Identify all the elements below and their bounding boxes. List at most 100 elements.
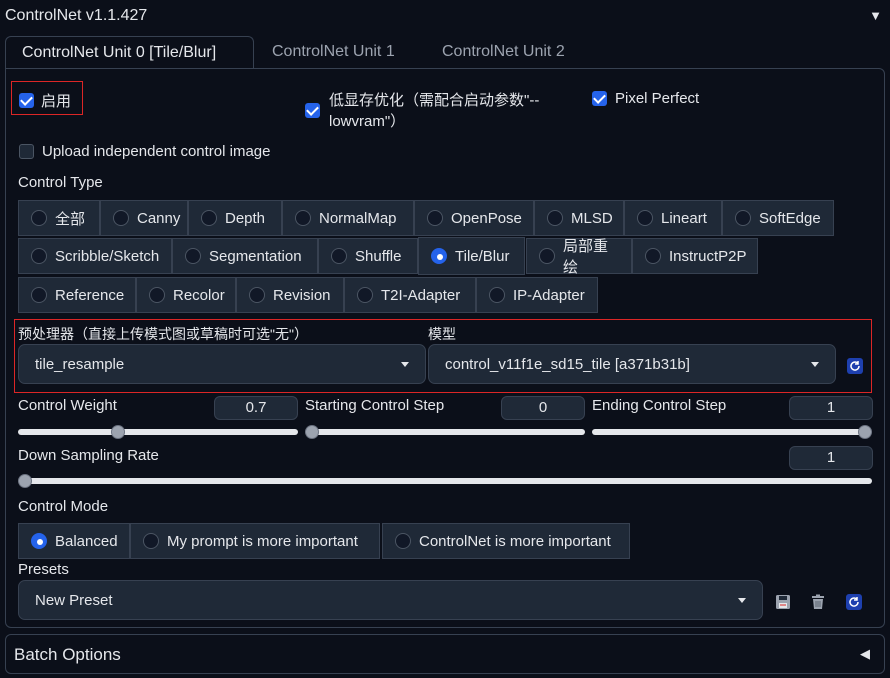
control-type-inpaint[interactable]: 局部重绘 [526, 238, 632, 276]
batch-options-accordion[interactable] [5, 634, 885, 674]
radio-icon[interactable] [489, 287, 505, 303]
radio-icon[interactable] [185, 248, 201, 264]
tab-unit-2[interactable]: ControlNet Unit 2 [426, 36, 581, 68]
delete-preset-icon[interactable] [809, 593, 827, 611]
radio-icon[interactable] [295, 210, 311, 226]
enable-check-icon[interactable] [19, 93, 34, 108]
control-type-t2i-adapter[interactable]: T2I-Adapter [344, 277, 476, 313]
control-type-segmentation[interactable]: Segmentation [172, 238, 318, 274]
upload-independent-label: Upload independent control image [42, 143, 271, 160]
lowvram-label-line1: 低显存优化（需配合启动参数"-- [329, 92, 540, 109]
radio-icon[interactable] [357, 287, 373, 303]
starting-step-input[interactable]: 0 [501, 396, 585, 420]
radio-icon[interactable] [331, 248, 347, 264]
radio-icon[interactable] [31, 210, 47, 226]
chevron-down-icon [738, 597, 746, 603]
radio-selected-icon[interactable] [431, 248, 447, 264]
slider-thumb[interactable] [18, 474, 32, 488]
down-sampling-input[interactable]: 1 [789, 446, 873, 470]
radio-icon[interactable] [249, 287, 265, 303]
starting-step-label: Starting Control Step [305, 397, 445, 414]
tab-unit-1[interactable]: ControlNet Unit 1 [256, 36, 411, 68]
radio-selected-icon[interactable] [31, 533, 47, 549]
control-weight-slider[interactable] [18, 425, 298, 439]
lowvram-check-icon[interactable] [305, 102, 320, 118]
radio-icon[interactable] [143, 533, 159, 549]
lowvram-label-line2: lowvram"） [329, 113, 406, 130]
control-type-canny[interactable]: Canny [100, 200, 188, 236]
enable-checkbox[interactable]: 启用 [19, 90, 71, 111]
chevron-down-icon [811, 361, 819, 367]
ending-step-slider[interactable] [592, 425, 872, 439]
preprocessor-value: tile_resample [35, 355, 125, 373]
pixel-perfect-check-icon[interactable] [592, 91, 607, 106]
expand-left-arrow-icon[interactable]: ◀ [860, 646, 870, 662]
lowvram-checkbox[interactable] [305, 101, 320, 118]
radio-icon[interactable] [395, 533, 411, 549]
preprocessor-label: 预处理器（直接上传模式图或草稿时可选"无"） [18, 326, 308, 342]
pixel-perfect-label: Pixel Perfect [615, 90, 700, 107]
slider-thumb[interactable] [858, 425, 872, 439]
control-type-scribble[interactable]: Scribble/Sketch [18, 238, 172, 274]
control-type-openpose[interactable]: OpenPose [414, 200, 534, 236]
collapse-arrow-icon[interactable]: ▼ [869, 8, 882, 23]
refresh-models-icon[interactable] [847, 358, 863, 374]
radio-icon[interactable] [539, 248, 555, 264]
radio-icon[interactable] [113, 210, 129, 226]
refresh-presets-icon[interactable] [846, 594, 862, 610]
upload-check-icon[interactable] [19, 144, 34, 159]
panel-title: ControlNet v1.1.427 [5, 7, 148, 24]
ending-step-label: Ending Control Step [592, 397, 727, 414]
control-type-depth[interactable]: Depth [188, 200, 282, 236]
control-type-label: Control Type [18, 174, 103, 191]
control-mode-prompt[interactable]: My prompt is more important [130, 523, 380, 559]
save-preset-icon[interactable] [774, 593, 792, 611]
radio-icon[interactable] [31, 287, 47, 303]
upload-independent-checkbox[interactable]: Upload independent control image [19, 143, 271, 160]
batch-options-label: Batch Options [14, 645, 121, 664]
tab-unit-0[interactable]: ControlNet Unit 0 [Tile/Blur] [5, 36, 254, 69]
control-type-revision[interactable]: Revision [236, 277, 344, 313]
radio-icon[interactable] [149, 287, 165, 303]
slider-thumb[interactable] [111, 425, 126, 439]
control-type-instructp2p[interactable]: InstructP2P [632, 238, 758, 274]
radio-icon[interactable] [31, 248, 47, 264]
enable-label: 启用 [41, 93, 72, 110]
radio-icon[interactable] [427, 210, 443, 226]
down-sampling-label: Down Sampling Rate [18, 447, 159, 464]
radio-icon[interactable] [735, 210, 751, 226]
model-label: 模型 [428, 326, 456, 342]
control-type-ip-adapter[interactable]: IP-Adapter [476, 277, 598, 313]
control-type-normalmap[interactable]: NormalMap [282, 200, 414, 236]
control-mode-controlnet[interactable]: ControlNet is more important [382, 523, 630, 559]
ending-step-input[interactable]: 1 [789, 396, 873, 420]
presets-label: Presets [18, 561, 69, 578]
control-weight-input[interactable]: 0.7 [214, 396, 298, 420]
control-type-tile-blur[interactable]: Tile/Blur [418, 237, 525, 275]
radio-icon[interactable] [645, 248, 661, 264]
control-mode-balanced[interactable]: Balanced [18, 523, 130, 559]
chevron-down-icon [401, 361, 409, 367]
control-type-softedge[interactable]: SoftEdge [722, 200, 834, 236]
control-type-reference[interactable]: Reference [18, 277, 136, 313]
radio-icon[interactable] [637, 210, 653, 226]
preprocessor-dropdown[interactable]: tile_resample [18, 344, 426, 384]
slider-thumb[interactable] [305, 425, 319, 439]
presets-dropdown[interactable]: New Preset [18, 580, 763, 620]
lowvram-label: 低显存优化（需配合启动参数"-- lowvram"） [329, 90, 539, 132]
pixel-perfect-checkbox[interactable]: Pixel Perfect [592, 90, 699, 107]
model-dropdown[interactable]: control_v11f1e_sd15_tile [a371b31b] [428, 344, 836, 384]
radio-icon[interactable] [201, 210, 217, 226]
starting-step-slider[interactable] [305, 425, 585, 439]
control-type-shuffle[interactable]: Shuffle [318, 238, 418, 274]
down-sampling-slider[interactable] [18, 474, 872, 488]
control-type-all[interactable]: 全部 [18, 200, 100, 236]
model-value: control_v11f1e_sd15_tile [a371b31b] [445, 355, 690, 373]
control-type-mlsd[interactable]: MLSD [534, 200, 624, 236]
control-type-lineart[interactable]: Lineart [624, 200, 722, 236]
control-mode-label: Control Mode [18, 498, 109, 515]
control-type-recolor[interactable]: Recolor [136, 277, 236, 313]
radio-icon[interactable] [547, 210, 563, 226]
control-weight-label: Control Weight [18, 397, 117, 414]
presets-value: New Preset [35, 591, 113, 609]
